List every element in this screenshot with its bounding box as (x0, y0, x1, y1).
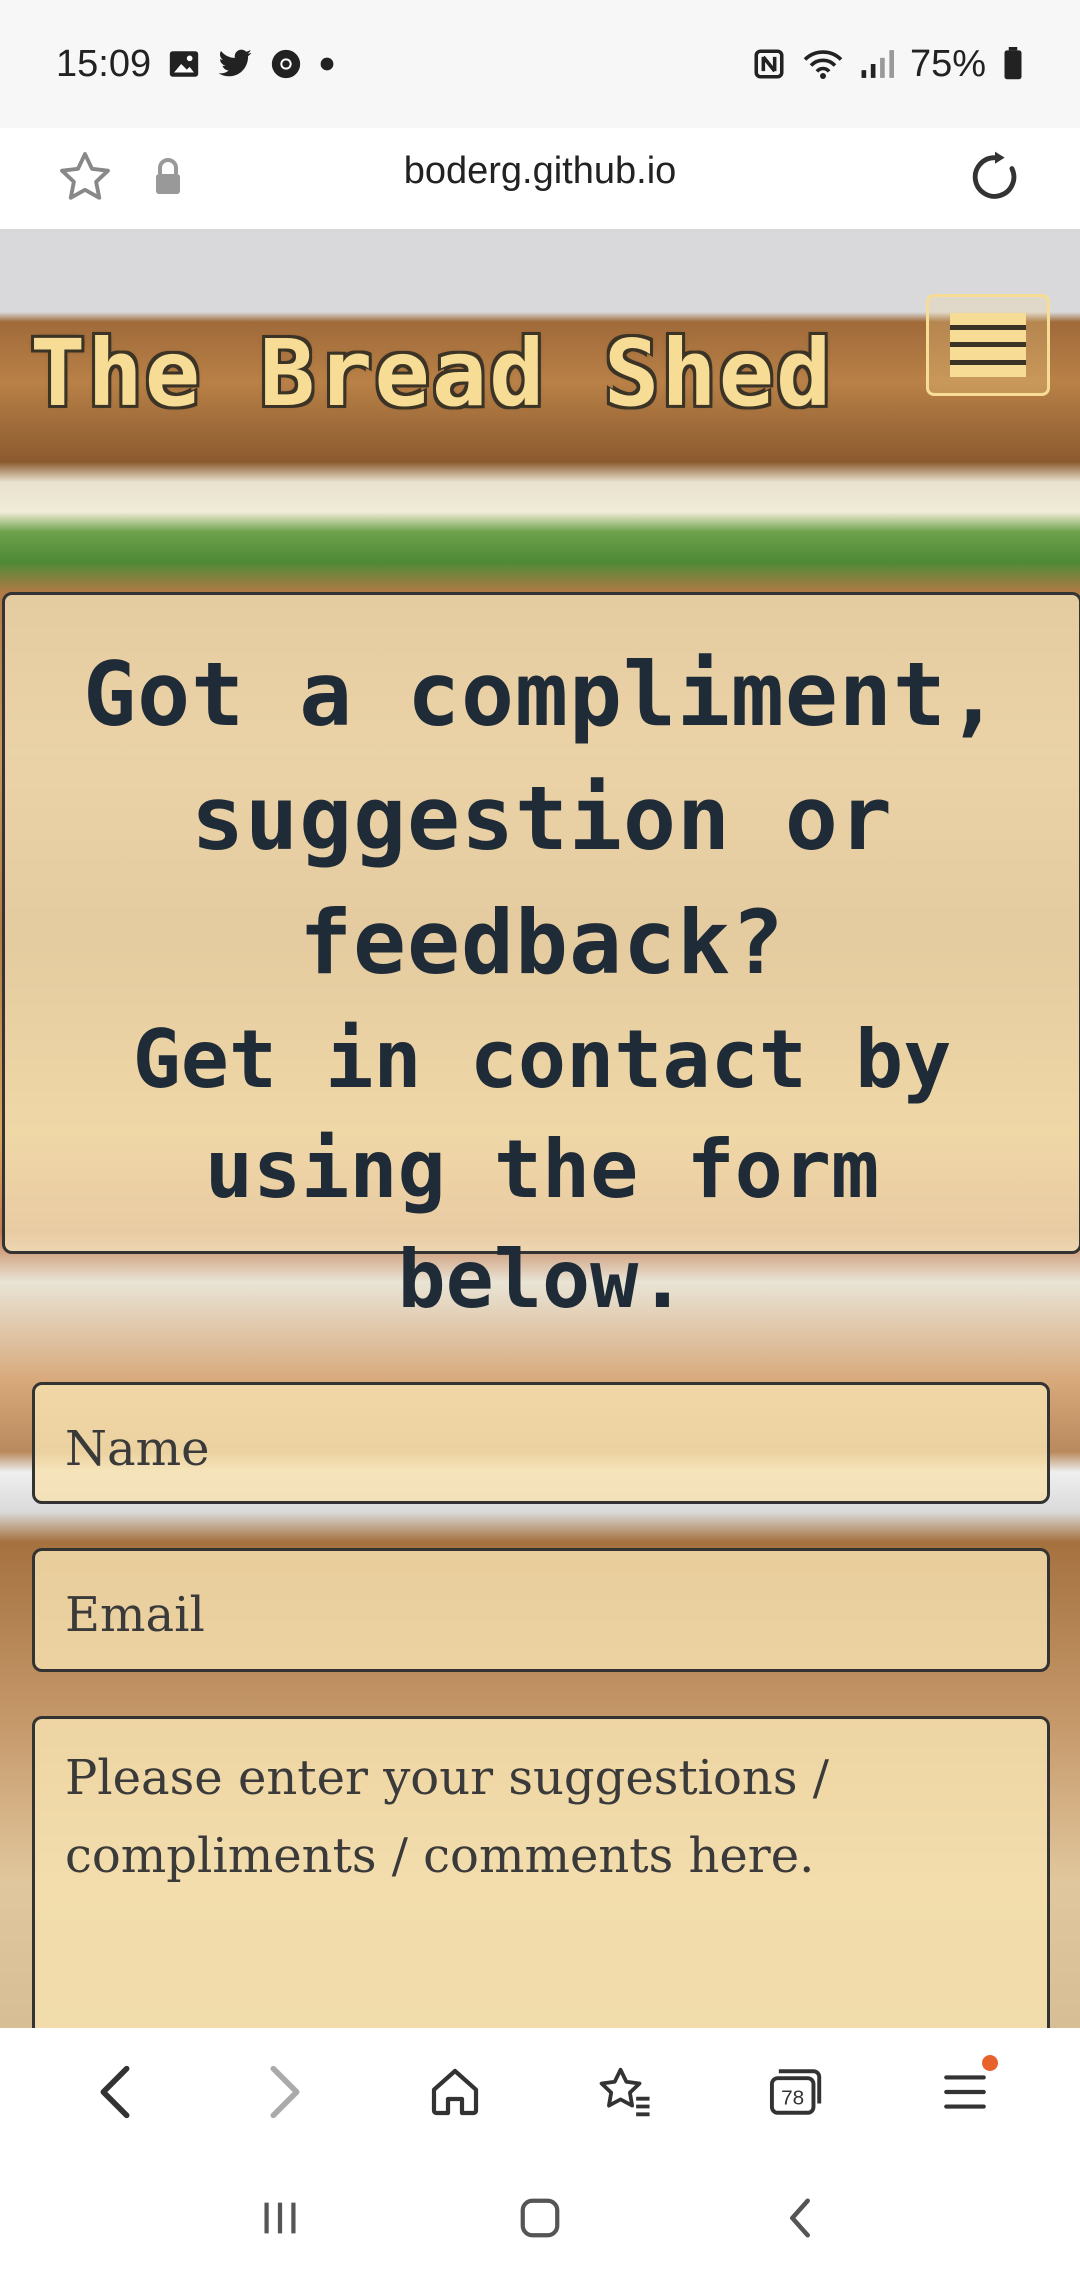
hamburger-menu-icon[interactable] (926, 294, 1050, 396)
wifi-icon (802, 47, 844, 81)
status-right: 75% (752, 43, 1024, 86)
notification-dot (982, 2055, 998, 2071)
site-title[interactable]: The Bread Shed (30, 320, 833, 427)
forward-icon[interactable] (240, 2047, 330, 2137)
signal-icon (860, 48, 894, 80)
url-text[interactable]: boderg.github.io (0, 150, 1080, 193)
feedback-intro-box: Got a compliment, suggestion or feedback… (2, 592, 1080, 1326)
system-back-icon[interactable] (755, 2173, 845, 2263)
bookmarks-icon[interactable] (580, 2047, 670, 2137)
battery-percent: 75% (909, 42, 986, 85)
menu-icon[interactable] (920, 2047, 1010, 2137)
browser-toolbar: 78 (0, 2028, 1080, 2156)
email-field[interactable]: Email (32, 1548, 1050, 1672)
chrome-icon (269, 47, 303, 81)
back-icon[interactable] (70, 2047, 160, 2137)
feedback-heading: Got a compliment, suggestion or feedback… (83, 643, 1001, 994)
battery-icon (1002, 47, 1024, 81)
tabs-icon[interactable]: 78 (750, 2047, 840, 2137)
home-icon[interactable] (410, 2047, 500, 2137)
recent-apps-icon[interactable] (235, 2173, 325, 2263)
system-nav-bar (0, 2156, 1080, 2280)
twitter-icon (217, 48, 253, 80)
status-time: 15:09 (56, 42, 152, 85)
status-left: 15:09 (56, 43, 335, 86)
message-field[interactable]: Please enter your suggestions / complime… (32, 1716, 1050, 2028)
home-button-icon[interactable] (495, 2173, 585, 2263)
gallery-icon (167, 47, 201, 81)
url-bar: boderg.github.io (0, 128, 1080, 232)
name-field[interactable]: Name (32, 1382, 1050, 1504)
feedback-subheading: Get in contact by using the form below. (132, 1013, 952, 1326)
nfc-icon (752, 47, 786, 81)
page-viewport[interactable]: The Bread Shed Got a compliment, suggest… (0, 232, 1080, 2028)
dot-icon (319, 56, 335, 72)
status-bar: 15:09 75% (0, 0, 1080, 128)
reload-icon[interactable] (966, 148, 1024, 210)
tabs-count: 78 (781, 2087, 804, 2110)
